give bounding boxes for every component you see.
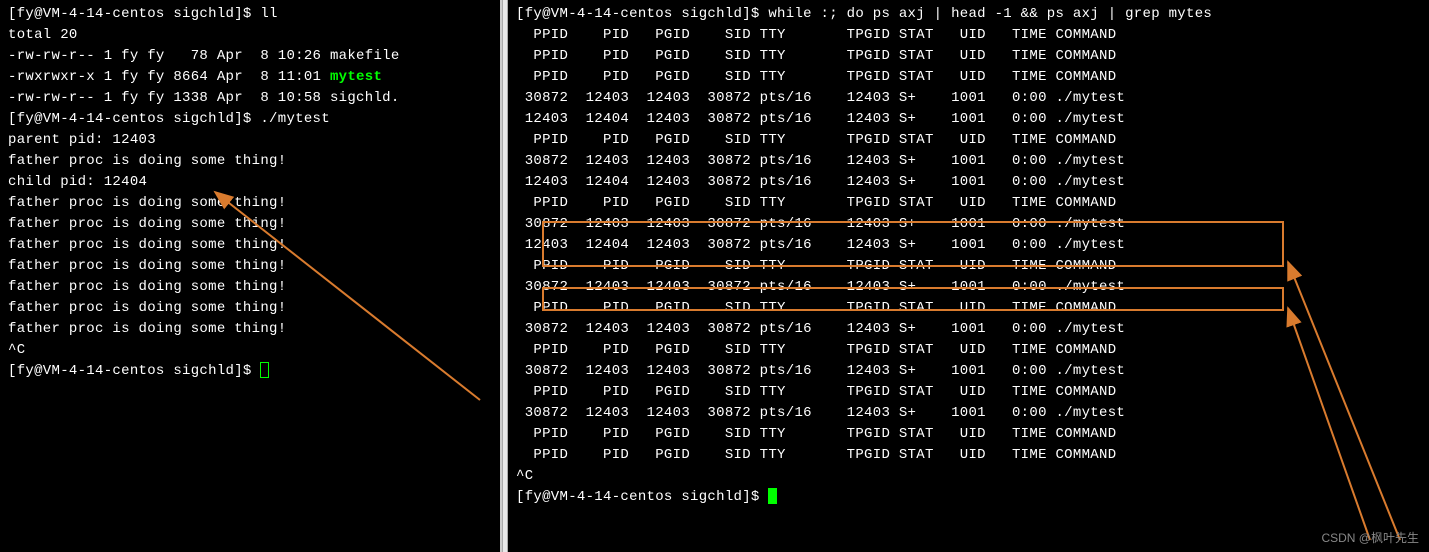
right-line-4: 30872 12403 12403 30872 pts/16 12403 S+ … — [516, 88, 1421, 109]
right-line-15: 30872 12403 12403 30872 pts/16 12403 S+ … — [516, 319, 1421, 340]
left-line-14-seg-0: father proc is doing some thing! — [8, 300, 286, 316]
right-line-6: PPID PID PGID SID TTY TPGID STAT UID TIM… — [516, 130, 1421, 151]
right-line-2-seg-0: PPID PID PGID SID TTY TPGID STAT UID TIM… — [516, 48, 1116, 64]
left-line-3: -rwxrwxr-x 1 fy fy 8664 Apr 8 11:01 myte… — [8, 67, 492, 88]
right-line-20: PPID PID PGID SID TTY TPGID STAT UID TIM… — [516, 424, 1421, 445]
right-line-8: 12403 12404 12403 30872 pts/16 12403 S+ … — [516, 172, 1421, 193]
left-line-0: [fy@VM-4-14-centos sigchld]$ ll — [8, 4, 492, 25]
right-line-10-seg-0: 30872 12403 12403 30872 pts/16 12403 S+ … — [516, 216, 1125, 232]
left-line-1: total 20 — [8, 25, 492, 46]
right-line-18: PPID PID PGID SID TTY TPGID STAT UID TIM… — [516, 382, 1421, 403]
left-line-9: father proc is doing some thing! — [8, 193, 492, 214]
left-line-17: [fy@VM-4-14-centos sigchld]$ — [8, 361, 492, 382]
right-line-14-seg-0: PPID PID PGID SID TTY TPGID STAT UID TIM… — [516, 300, 1116, 316]
cursor-outline — [260, 362, 269, 378]
right-line-17-seg-0: 30872 12403 12403 30872 pts/16 12403 S+ … — [516, 363, 1125, 379]
left-line-7-seg-0: father proc is doing some thing! — [8, 153, 286, 169]
right-line-22: ^C — [516, 466, 1421, 487]
left-line-5: [fy@VM-4-14-centos sigchld]$ ./mytest — [8, 109, 492, 130]
right-line-3-seg-0: PPID PID PGID SID TTY TPGID STAT UID TIM… — [516, 69, 1116, 85]
left-line-10: father proc is doing some thing! — [8, 214, 492, 235]
left-line-0-seg-0: [fy@VM-4-14-centos sigchld]$ ll — [8, 6, 278, 22]
right-line-12: PPID PID PGID SID TTY TPGID STAT UID TIM… — [516, 256, 1421, 277]
left-line-9-seg-0: father proc is doing some thing! — [8, 195, 286, 211]
watermark-text: CSDN @枫叶先生 — [1321, 529, 1419, 546]
right-line-12-seg-0: PPID PID PGID SID TTY TPGID STAT UID TIM… — [516, 258, 1116, 274]
right-line-19-seg-0: 30872 12403 12403 30872 pts/16 12403 S+ … — [516, 405, 1125, 421]
left-line-15-seg-0: father proc is doing some thing! — [8, 321, 286, 337]
right-line-11-seg-0: 12403 12404 12403 30872 pts/16 12403 S+ … — [516, 237, 1125, 253]
left-line-7: father proc is doing some thing! — [8, 151, 492, 172]
right-line-5-seg-0: 12403 12404 12403 30872 pts/16 12403 S+ … — [516, 111, 1125, 127]
terminal-right-pane[interactable]: [fy@VM-4-14-centos sigchld]$ while :; do… — [508, 0, 1429, 552]
right-line-5: 12403 12404 12403 30872 pts/16 12403 S+ … — [516, 109, 1421, 130]
left-line-1-seg-0: total 20 — [8, 27, 78, 43]
right-line-9: PPID PID PGID SID TTY TPGID STAT UID TIM… — [516, 193, 1421, 214]
right-line-9-seg-0: PPID PID PGID SID TTY TPGID STAT UID TIM… — [516, 195, 1116, 211]
right-line-1: PPID PID PGID SID TTY TPGID STAT UID TIM… — [516, 25, 1421, 46]
right-line-4-seg-0: 30872 12403 12403 30872 pts/16 12403 S+ … — [516, 90, 1125, 106]
left-line-16-seg-0: ^C — [8, 342, 25, 358]
left-line-6-seg-0: parent pid: 12403 — [8, 132, 156, 148]
left-line-4-seg-0: -rw-rw-r-- 1 fy fy 1338 Apr 8 10:58 sigc… — [8, 90, 400, 106]
right-line-7: 30872 12403 12403 30872 pts/16 12403 S+ … — [516, 151, 1421, 172]
terminal-left-pane[interactable]: [fy@VM-4-14-centos sigchld]$ ll total 20 -… — [0, 0, 502, 552]
right-line-17: 30872 12403 12403 30872 pts/16 12403 S+ … — [516, 361, 1421, 382]
terminal-container: [fy@VM-4-14-centos sigchld]$ ll total 20 -… — [0, 0, 1429, 552]
left-line-3-seg-0: -rwxrwxr-x 1 fy fy 8664 Apr 8 11:01 — [8, 69, 330, 85]
right-line-23-seg-0: [fy@VM-4-14-centos sigchld]$ — [516, 489, 768, 505]
cursor-solid — [768, 488, 777, 504]
right-line-21: PPID PID PGID SID TTY TPGID STAT UID TIM… — [516, 445, 1421, 466]
left-line-11-seg-0: father proc is doing some thing! — [8, 237, 286, 253]
right-line-16-seg-0: PPID PID PGID SID TTY TPGID STAT UID TIM… — [516, 342, 1116, 358]
left-line-12: father proc is doing some thing! — [8, 256, 492, 277]
right-line-0-seg-0: [fy@VM-4-14-centos sigchld]$ while :; do… — [516, 6, 1212, 22]
left-line-12-seg-0: father proc is doing some thing! — [8, 258, 286, 274]
right-line-2: PPID PID PGID SID TTY TPGID STAT UID TIM… — [516, 46, 1421, 67]
right-line-11: 12403 12404 12403 30872 pts/16 12403 S+ … — [516, 235, 1421, 256]
left-line-3-seg-1: mytest — [330, 69, 382, 85]
left-line-11: father proc is doing some thing! — [8, 235, 492, 256]
left-line-13: father proc is doing some thing! — [8, 277, 492, 298]
right-line-0: [fy@VM-4-14-centos sigchld]$ while :; do… — [516, 4, 1421, 25]
right-line-8-seg-0: 12403 12404 12403 30872 pts/16 12403 S+ … — [516, 174, 1125, 190]
right-line-16: PPID PID PGID SID TTY TPGID STAT UID TIM… — [516, 340, 1421, 361]
left-line-4: -rw-rw-r-- 1 fy fy 1338 Apr 8 10:58 sigc… — [8, 88, 492, 109]
right-line-3: PPID PID PGID SID TTY TPGID STAT UID TIM… — [516, 67, 1421, 88]
left-line-14: father proc is doing some thing! — [8, 298, 492, 319]
right-line-21-seg-0: PPID PID PGID SID TTY TPGID STAT UID TIM… — [516, 447, 1116, 463]
right-line-6-seg-0: PPID PID PGID SID TTY TPGID STAT UID TIM… — [516, 132, 1116, 148]
right-line-18-seg-0: PPID PID PGID SID TTY TPGID STAT UID TIM… — [516, 384, 1116, 400]
left-line-8-seg-0: child pid: 12404 — [8, 174, 147, 190]
left-line-10-seg-0: father proc is doing some thing! — [8, 216, 286, 232]
right-line-20-seg-0: PPID PID PGID SID TTY TPGID STAT UID TIM… — [516, 426, 1116, 442]
left-line-16: ^C — [8, 340, 492, 361]
left-line-2: -rw-rw-r-- 1 fy fy 78 Apr 8 10:26 makefi… — [8, 46, 492, 67]
right-line-23: [fy@VM-4-14-centos sigchld]$ — [516, 487, 1421, 508]
right-line-22-seg-0: ^C — [516, 468, 533, 484]
right-line-19: 30872 12403 12403 30872 pts/16 12403 S+ … — [516, 403, 1421, 424]
right-line-14: PPID PID PGID SID TTY TPGID STAT UID TIM… — [516, 298, 1421, 319]
left-line-13-seg-0: father proc is doing some thing! — [8, 279, 286, 295]
right-line-10: 30872 12403 12403 30872 pts/16 12403 S+ … — [516, 214, 1421, 235]
right-line-13-seg-0: 30872 12403 12403 30872 pts/16 12403 S+ … — [516, 279, 1125, 295]
left-line-6: parent pid: 12403 — [8, 130, 492, 151]
left-line-5-seg-0: [fy@VM-4-14-centos sigchld]$ ./mytest — [8, 111, 330, 127]
right-line-15-seg-0: 30872 12403 12403 30872 pts/16 12403 S+ … — [516, 321, 1125, 337]
right-line-7-seg-0: 30872 12403 12403 30872 pts/16 12403 S+ … — [516, 153, 1125, 169]
right-line-13: 30872 12403 12403 30872 pts/16 12403 S+ … — [516, 277, 1421, 298]
left-line-17-seg-0: [fy@VM-4-14-centos sigchld]$ — [8, 363, 260, 379]
left-line-15: father proc is doing some thing! — [8, 319, 492, 340]
left-line-8: child pid: 12404 — [8, 172, 492, 193]
left-line-2-seg-0: -rw-rw-r-- 1 fy fy 78 Apr 8 10:26 makefi… — [8, 48, 400, 64]
right-line-1-seg-0: PPID PID PGID SID TTY TPGID STAT UID TIM… — [516, 27, 1116, 43]
